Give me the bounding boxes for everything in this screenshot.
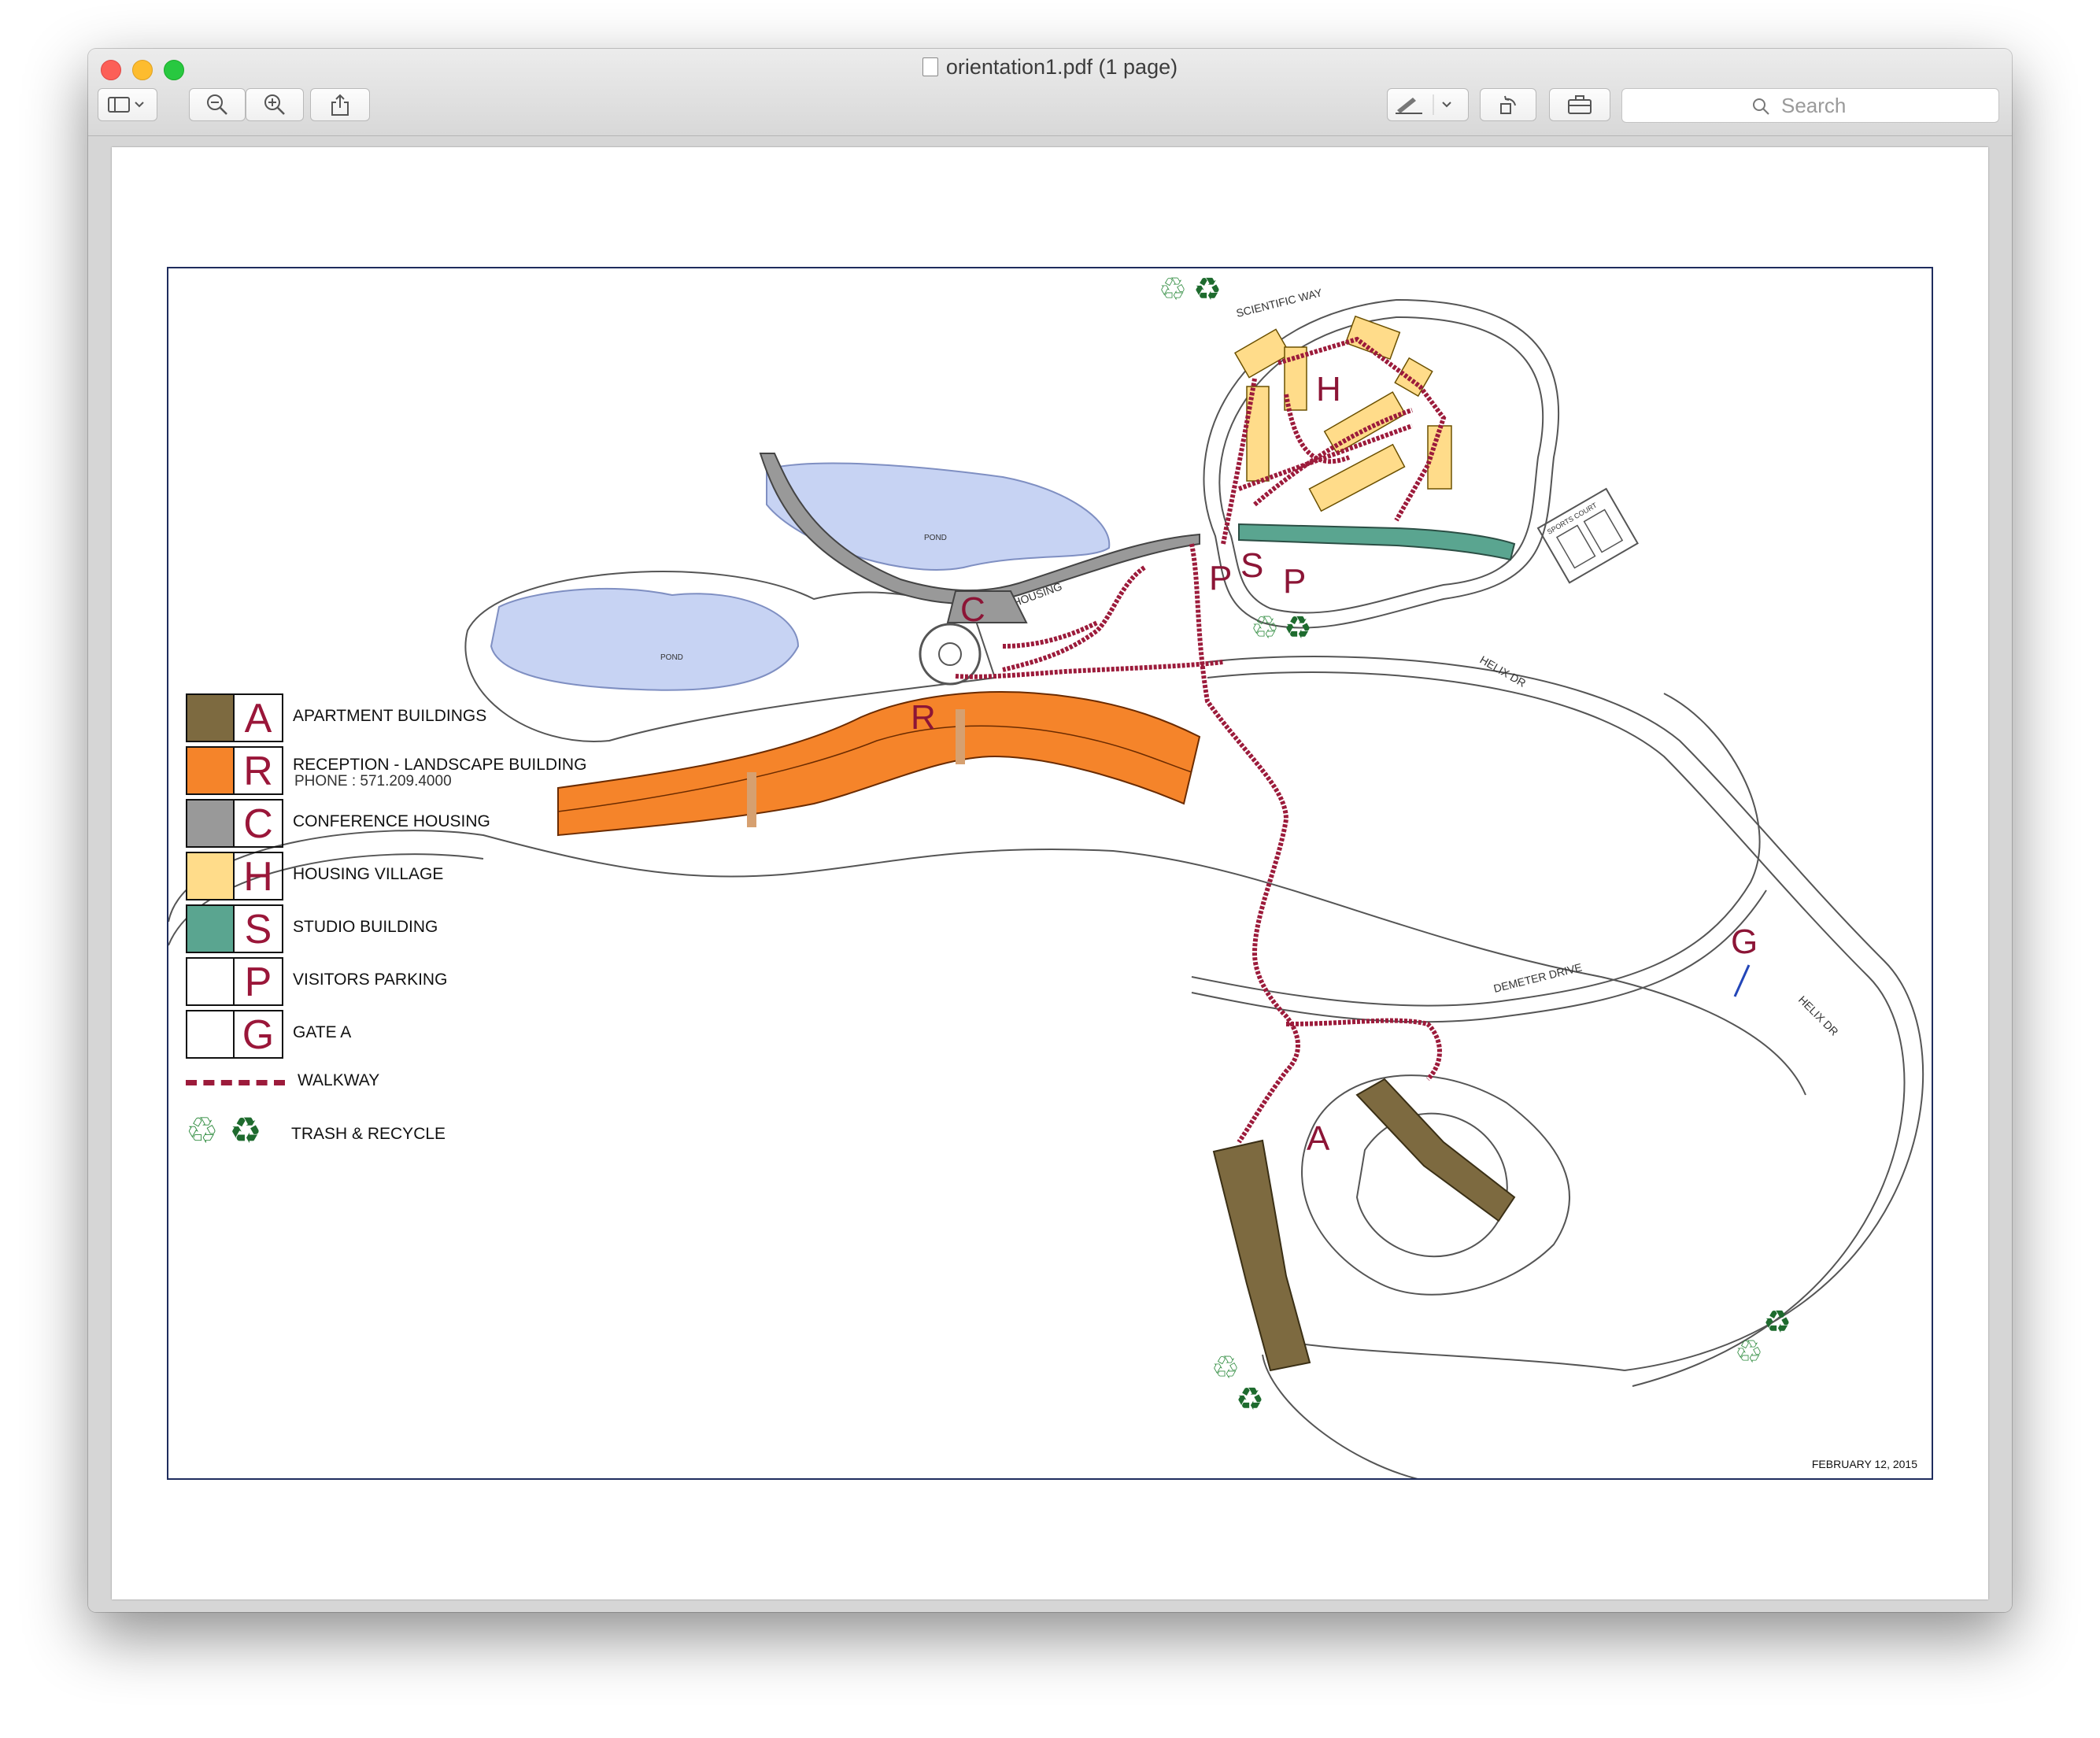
document-icon xyxy=(922,57,938,76)
legend-letter-h: H xyxy=(235,852,283,900)
label-h: H xyxy=(1316,370,1341,409)
sidebar-icon xyxy=(108,97,144,113)
legend-recycle-icons: ♲ ♻ xyxy=(186,1111,262,1150)
window-title-wrap: orientation1.pdf (1 page) xyxy=(88,55,2012,80)
svg-text:♲: ♲ xyxy=(1159,272,1187,307)
walkway-legend-line xyxy=(186,1080,285,1085)
svg-text:♲: ♲ xyxy=(1735,1335,1763,1370)
legend-label-gate: GATE A xyxy=(293,1023,352,1041)
window-title: orientation1.pdf (1 page) xyxy=(945,55,1178,79)
title-bar: orientation1.pdf (1 page) Search xyxy=(88,49,2012,136)
rotate-button[interactable] xyxy=(1480,88,1536,121)
legend-swatch-parking xyxy=(186,957,235,1006)
label-a: A xyxy=(1307,1119,1330,1158)
svg-text:♲: ♲ xyxy=(1211,1351,1240,1385)
legend-label-housing: HOUSING VILLAGE xyxy=(293,865,444,883)
toolbox-icon xyxy=(1568,95,1592,114)
label-c: C xyxy=(960,590,985,629)
sidebar-button[interactable] xyxy=(98,88,157,121)
zoom-out-button[interactable] xyxy=(189,88,246,121)
legend-letter-s: S xyxy=(235,904,283,953)
recycle-solid-icon: ♻ xyxy=(229,1110,262,1151)
pond-label-2: POND xyxy=(660,653,683,662)
legend-label-apartment: APARTMENT BUILDINGS xyxy=(293,707,487,725)
legend-swatch-conference xyxy=(186,799,235,848)
share-icon xyxy=(331,94,349,116)
legend-label-studio: STUDIO BUILDING xyxy=(293,918,438,936)
search-placeholder: Search xyxy=(1781,94,1847,117)
legend-letter-c: C xyxy=(235,799,283,848)
pen-icon xyxy=(1396,94,1451,115)
toolbox-button[interactable] xyxy=(1549,88,1610,121)
zoom-in-icon xyxy=(264,94,285,115)
recycle-outline-icon: ♲ xyxy=(186,1110,219,1151)
pond-lower xyxy=(490,587,800,691)
pond-upper xyxy=(766,462,1111,571)
legend-phone: PHONE : 571.209.4000 xyxy=(294,773,452,789)
legend-swatch-studio xyxy=(186,904,235,953)
apartment-building-1 xyxy=(1212,1139,1311,1372)
search-icon xyxy=(1753,98,1769,115)
legend-label-parking: VISITORS PARKING xyxy=(293,971,448,989)
markup-button[interactable] xyxy=(1387,88,1469,121)
site-map-frame: POND POND SCIENTIFIC WAY HOUSING HELIX D… xyxy=(167,267,1933,1480)
zoom-in-button[interactable] xyxy=(246,88,304,121)
label-p1: P xyxy=(1209,559,1232,597)
svg-text:♻: ♻ xyxy=(1284,611,1312,645)
reception-building xyxy=(557,691,1201,837)
apartment-building-2 xyxy=(1355,1078,1516,1222)
svg-text:♻: ♻ xyxy=(1763,1305,1791,1340)
legend-swatch-housing xyxy=(186,852,235,900)
demeter-drive-road xyxy=(1191,693,1761,1007)
legend-letter-a: A xyxy=(235,693,283,742)
preview-window: orientation1.pdf (1 page) Search POND PO… xyxy=(88,49,2012,1612)
label-s: S xyxy=(1240,546,1263,585)
label-g: G xyxy=(1731,923,1758,961)
svg-text:♻: ♻ xyxy=(1193,272,1222,307)
gate-a xyxy=(1733,964,1751,997)
legend-swatch-gate xyxy=(186,1010,235,1059)
legend-label-walkway: WALKWAY xyxy=(298,1071,380,1089)
legend-letter-p: P xyxy=(235,957,283,1006)
street-scientific-way: SCIENTIFIC WAY xyxy=(1235,286,1324,320)
label-p2: P xyxy=(1283,562,1306,601)
document-view[interactable]: POND POND SCIENTIFIC WAY HOUSING HELIX D… xyxy=(88,136,2012,1612)
zoom-out-icon xyxy=(207,94,227,115)
label-r: R xyxy=(911,698,936,737)
legend-label-reception: RECEPTION - LANDSCAPE BUILDING xyxy=(293,756,587,774)
svg-text:♲: ♲ xyxy=(1251,611,1279,645)
legend-label-conference: CONFERENCE HOUSING xyxy=(293,812,490,830)
lower-apartments-road xyxy=(1301,1074,1570,1296)
rotate-icon xyxy=(1500,95,1516,114)
studio-building xyxy=(1238,523,1516,561)
search-field[interactable]: Search xyxy=(1621,88,1999,123)
pond-label-1: POND xyxy=(924,534,947,542)
legend-label-trash: TRASH & RECYCLE xyxy=(291,1125,446,1143)
legend-swatch-reception xyxy=(186,746,235,795)
sports-court: SPORTS COURT xyxy=(1536,487,1639,584)
street-helix-dr-1: HELIX DR xyxy=(1478,653,1529,690)
legend-letter-g: G xyxy=(235,1010,283,1059)
svg-text:♻: ♻ xyxy=(1236,1382,1264,1417)
legend-letter-r: R xyxy=(235,746,283,795)
share-button[interactable] xyxy=(310,88,370,121)
pdf-page: POND POND SCIENTIFIC WAY HOUSING HELIX D… xyxy=(112,147,1988,1599)
street-helix-dr-2: HELIX DR xyxy=(1796,993,1841,1038)
legend-swatch-apartment xyxy=(186,693,235,742)
map-date: FEBRUARY 12, 2015 xyxy=(1811,1458,1917,1470)
